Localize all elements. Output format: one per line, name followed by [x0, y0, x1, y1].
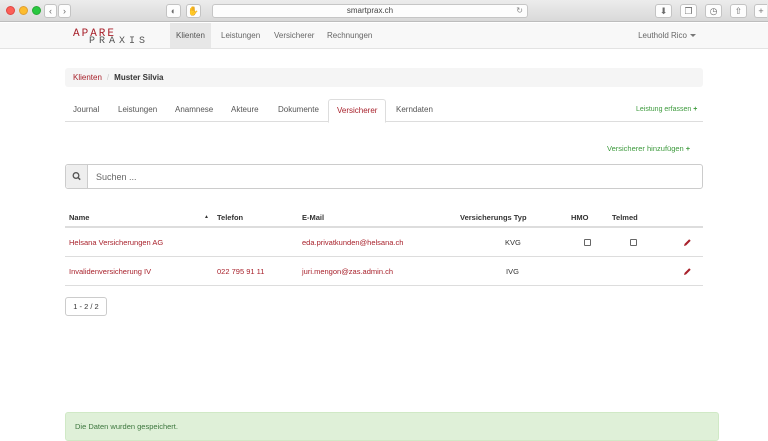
- nav-rechnungen[interactable]: Rechnungen: [321, 23, 378, 48]
- breadcrumb-current: Muster Silvia: [114, 73, 164, 82]
- history-button[interactable]: ◷: [705, 4, 722, 18]
- column-header-telmed: Telmed: [612, 213, 638, 222]
- search-input[interactable]: [96, 169, 686, 184]
- column-header-email: E-Mail: [302, 213, 325, 222]
- user-menu[interactable]: Leuthold Rico: [638, 23, 696, 48]
- privacy-button[interactable]: ◐: [166, 4, 181, 18]
- insurer-type: IVG: [506, 267, 519, 276]
- plus-icon: +: [685, 144, 691, 153]
- tab-kerndaten[interactable]: Kerndaten: [388, 99, 441, 122]
- insurer-name-link[interactable]: Invalidenversicherung IV: [69, 257, 151, 286]
- close-window-button[interactable]: [6, 6, 15, 15]
- nav-versicherer[interactable]: Versicherer: [268, 23, 320, 48]
- insurer-email-link[interactable]: eda.privatkunden@helsana.ch: [302, 228, 403, 257]
- column-header-name[interactable]: Name: [69, 208, 89, 227]
- sort-asc-icon[interactable]: ▲: [204, 208, 209, 227]
- insurer-phone[interactable]: 022 795 91 11: [217, 257, 264, 286]
- tab-anamnese[interactable]: Anamnese: [167, 99, 221, 122]
- downloads-button[interactable]: ⬇: [655, 4, 672, 18]
- add-insurer-label: Versicherer hinzufügen: [607, 144, 684, 153]
- clock-icon: ◷: [709, 6, 718, 16]
- tabs-overview-button[interactable]: ❐: [680, 4, 697, 18]
- app-navbar: APARE PRAXIS Klienten Leistungen Versich…: [0, 23, 768, 49]
- pencil-icon: [684, 268, 691, 275]
- app-logo[interactable]: APARE PRAXIS: [73, 28, 157, 47]
- caret-down-icon: [690, 34, 696, 38]
- chevron-right-icon: ›: [63, 6, 66, 16]
- edit-button[interactable]: [683, 267, 692, 278]
- nav-klienten[interactable]: Klienten: [170, 23, 211, 48]
- new-tab-button[interactable]: +: [754, 4, 767, 18]
- tab-dokumente[interactable]: Dokumente: [270, 99, 327, 122]
- user-name: Leuthold Rico: [638, 31, 687, 40]
- browser-toolbar: ‹ › ◐ ✋ smartprax.ch ↻ ⬇ ❐ ◷ ⇧ +: [0, 0, 768, 22]
- breadcrumb-parent[interactable]: Klienten: [73, 73, 102, 82]
- share-button[interactable]: ⇧: [730, 4, 747, 18]
- table-header: Name ▲ Telefon E-Mail Versicherungs Typ …: [65, 208, 703, 228]
- forward-button[interactable]: ›: [58, 4, 71, 18]
- column-header-phone: Telefon: [217, 213, 244, 222]
- insurer-table: Name ▲ Telefon E-Mail Versicherungs Typ …: [65, 208, 703, 286]
- share-icon: ⇧: [734, 6, 743, 16]
- tab-journal[interactable]: Journal: [65, 99, 107, 122]
- edit-button[interactable]: [683, 238, 692, 249]
- address-bar-url: smartprax.ch: [346, 6, 394, 15]
- tabs-icon: ❐: [684, 6, 693, 16]
- minimize-window-button[interactable]: [19, 6, 28, 15]
- download-icon: ⬇: [659, 6, 668, 16]
- column-header-type: Versicherungs Typ: [460, 213, 527, 222]
- column-header-hmo: HMO: [571, 213, 589, 222]
- telmed-checkbox[interactable]: [630, 239, 637, 246]
- search-icon: [72, 172, 81, 181]
- reload-icon[interactable]: ↻: [516, 5, 523, 17]
- shield-icon: ◐: [170, 6, 177, 16]
- breadcrumb-separator: /: [106, 73, 110, 82]
- logo-bottom: PRAXIS: [89, 36, 150, 47]
- back-button[interactable]: ‹: [44, 4, 57, 18]
- address-bar[interactable]: smartprax.ch ↻: [212, 4, 528, 18]
- nav-leistungen[interactable]: Leistungen: [215, 23, 266, 48]
- pencil-icon: [684, 239, 691, 246]
- column-header-name-label: Name: [69, 213, 90, 222]
- add-insurer-link[interactable]: Versicherer hinzufügen +: [607, 144, 690, 153]
- plus-icon: +: [693, 106, 698, 113]
- insurer-name-link[interactable]: Helsana Versicherungen AG: [69, 228, 163, 257]
- insurer-type: KVG: [505, 238, 521, 247]
- pagination-info[interactable]: 1 - 2 / 2: [65, 297, 107, 316]
- extension-button[interactable]: ✋: [186, 4, 201, 18]
- maximize-window-button[interactable]: [32, 6, 41, 15]
- tab-leistungen[interactable]: Leistungen: [110, 99, 165, 122]
- breadcrumb: Klienten / Muster Silvia: [65, 68, 703, 87]
- add-service-link[interactable]: Leistung erfassen +: [636, 106, 697, 113]
- tab-versicherer[interactable]: Versicherer: [328, 99, 387, 123]
- success-alert: Die Daten wurden gespeichert.: [65, 412, 719, 441]
- tab-akteure[interactable]: Akteure: [223, 99, 267, 122]
- hand-icon: ✋: [187, 6, 200, 16]
- insurer-email-link[interactable]: juri.mengon@zas.admin.ch: [302, 257, 393, 286]
- search-addon: [66, 165, 88, 188]
- client-tabs: Journal Leistungen Anamnese Akteure Doku…: [65, 99, 703, 123]
- search-group: [65, 164, 703, 189]
- hmo-checkbox[interactable]: [584, 239, 591, 246]
- table-row: Helsana Versicherungen AG eda.privatkund…: [65, 228, 703, 257]
- plus-icon: +: [758, 6, 764, 16]
- add-service-label: Leistung erfassen: [636, 106, 692, 113]
- table-row: Invalidenversicherung IV 022 795 91 11 j…: [65, 257, 703, 286]
- chevron-left-icon: ‹: [49, 6, 52, 16]
